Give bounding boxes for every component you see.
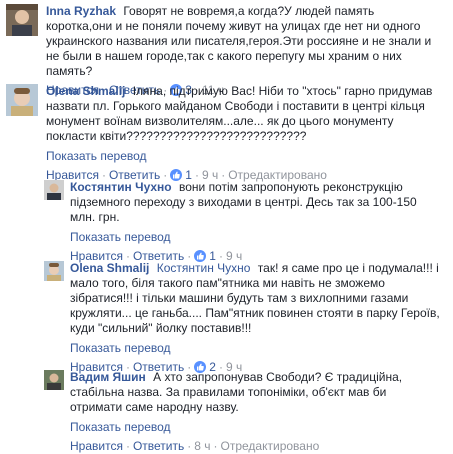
- mention-link[interactable]: Костянтин Чухно: [157, 261, 254, 275]
- comment-author[interactable]: Inna Ryzhak: [46, 4, 119, 18]
- comment-time[interactable]: 8 ч: [194, 439, 210, 453]
- comment-author[interactable]: Костянтин Чухно: [70, 180, 175, 194]
- comment-actions: Нравится · Ответить · 8 ч · Отредактировано: [70, 439, 320, 453]
- avatar[interactable]: [44, 180, 64, 200]
- reply-button[interactable]: Ответить: [133, 439, 184, 453]
- avatar[interactable]: [44, 370, 64, 390]
- comment-author[interactable]: Olena Shmalij: [70, 261, 153, 275]
- avatar-photo-icon: [44, 261, 64, 281]
- avatar-photo-icon: [6, 84, 38, 116]
- show-translation-link[interactable]: Показать перевод: [46, 148, 446, 164]
- show-translation-link[interactable]: Показать перевод: [70, 340, 440, 356]
- avatar-photo-icon: [44, 180, 64, 200]
- avatar[interactable]: [6, 84, 38, 116]
- like-button[interactable]: Нравится: [70, 439, 123, 453]
- comment-author[interactable]: Olena Shmalij: [46, 84, 129, 98]
- edited-label[interactable]: Отредактировано: [221, 439, 320, 453]
- show-translation-link[interactable]: Показать перевод: [70, 229, 440, 245]
- show-translation-link[interactable]: Показать перевод: [70, 419, 440, 435]
- avatar-photo-icon: [6, 4, 38, 36]
- avatar[interactable]: [6, 4, 38, 36]
- avatar-photo-icon: [44, 370, 64, 390]
- comment-author[interactable]: Вадим Яшин: [70, 370, 149, 384]
- avatar[interactable]: [44, 261, 64, 281]
